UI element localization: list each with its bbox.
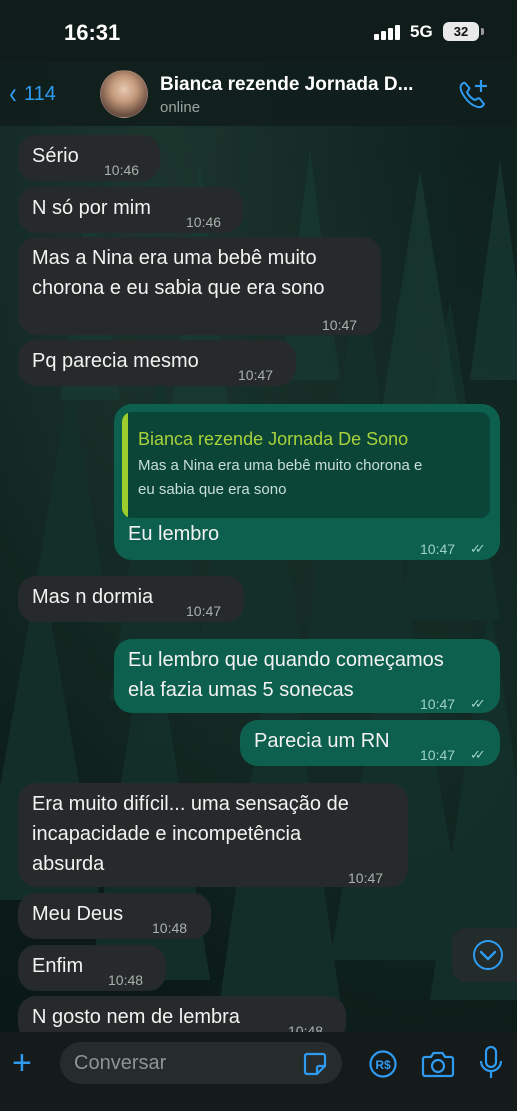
message-time: 10:47 [348,870,384,886]
svg-text:R$: R$ [375,1058,391,1072]
message-text-line: Mas a Nina era uma bebê muito [32,247,317,269]
read-ticks-icon: ✓✓ [470,541,486,556]
contact-name[interactable]: Bianca rezende Jornada D... [160,74,450,96]
chevron-down-icon [473,940,503,970]
quote-author: Bianca rezende Jornada De Sono [138,429,409,449]
read-ticks-icon: ✓✓ [470,696,486,711]
message-text: Mas n dormia [32,586,154,608]
attach-plus-icon[interactable]: + [12,1046,32,1080]
message-bubble[interactable]: Enfim 10:48 [18,945,166,991]
message-time: 10:46 [186,214,222,230]
message-text: Sério [32,145,79,167]
signal-icon [374,24,404,40]
battery-tip [481,28,484,35]
message-bubble[interactable]: Sério 10:46 [18,135,160,181]
message-text: Eu lembro [128,523,220,545]
sticker-icon[interactable] [302,1051,328,1077]
message-bubble[interactable]: Era muito difícil... uma sensação de inc… [18,783,408,887]
status-bar: 16:31 5G 32 [0,0,517,62]
battery-icon: 32 [443,22,479,41]
status-time: 16:31 [64,20,121,45]
quote-bar [122,412,128,518]
message-text: N só por mim [32,197,151,219]
message-bubble[interactable]: N só por mim 10:46 [18,187,243,233]
message-input[interactable] [60,1042,342,1084]
read-ticks-icon: ✓✓ [470,747,486,762]
unread-count: 114 [24,82,56,105]
message-time: 10:46 [104,162,140,178]
message-time: 10:48 [152,920,188,936]
message-text-line: incapacidade e incompetência [32,823,302,845]
message-time: 10:47 [186,603,222,619]
quoted-message[interactable]: Bianca rezende Jornada De Sono Mas a Nin… [122,412,490,518]
add-call-icon[interactable] [456,78,490,112]
message-text: N gosto nem de lembra [32,1006,240,1028]
message-time: 10:47 [322,317,358,333]
message-text-line: Era muito difícil... uma sensação de [32,793,349,815]
message-bubble[interactable]: Meu Deus 10:48 [18,893,211,939]
avatar[interactable] [100,70,148,118]
message-time: 10:47 [420,541,456,557]
back-chevron-icon: ‹ [9,77,17,110]
message-text-line: Eu lembro que quando começamos [128,649,444,671]
chat-header: ‹ 114 Bianca rezende Jornada D... online [0,62,517,126]
message-text: Meu Deus [32,903,124,925]
message-bubble-reply[interactable]: Bianca rezende Jornada De Sono Mas a Nin… [114,404,500,560]
quote-text-line: Mas a Nina era uma bebê muito chorona e [138,457,423,474]
message-time: 10:47 [420,696,456,712]
camera-icon[interactable] [421,1049,455,1079]
quote-text: Mas a Nina era uma bebê muito chorona e … [138,454,482,502]
back-button[interactable]: ‹ 114 [8,76,56,112]
message-bubble[interactable]: Mas n dormia 10:47 [18,576,244,622]
contact-status: online [160,99,201,116]
input-bar: + R$ [0,1032,517,1111]
quote-text-line: eu sabia que era sono [138,481,287,498]
message-bubble[interactable]: Eu lembro que quando começamos ela fazia… [114,639,500,713]
message-bubble[interactable]: Parecia um RN 10:47 ✓✓ [240,720,500,766]
message-text-line: absurda [32,853,105,875]
scroll-to-bottom-button[interactable] [452,928,517,982]
message-text-line: chorona e eu sabia que era sono [32,277,325,299]
payment-icon[interactable]: R$ [368,1049,398,1079]
microphone-icon[interactable] [478,1044,504,1082]
message-bubble[interactable]: Pq parecia mesmo 10:47 [18,340,296,386]
message-time: 10:47 [420,747,456,763]
message-text: Parecia um RN [254,730,390,752]
message-bubble[interactable]: Mas a Nina era uma bebê muito chorona e … [18,237,381,335]
message-text: Pq parecia mesmo [32,350,199,372]
message-time: 10:47 [238,367,274,383]
message-text: Enfim [32,955,84,977]
network-label: 5G [410,22,433,41]
message-time: 10:48 [108,972,144,988]
